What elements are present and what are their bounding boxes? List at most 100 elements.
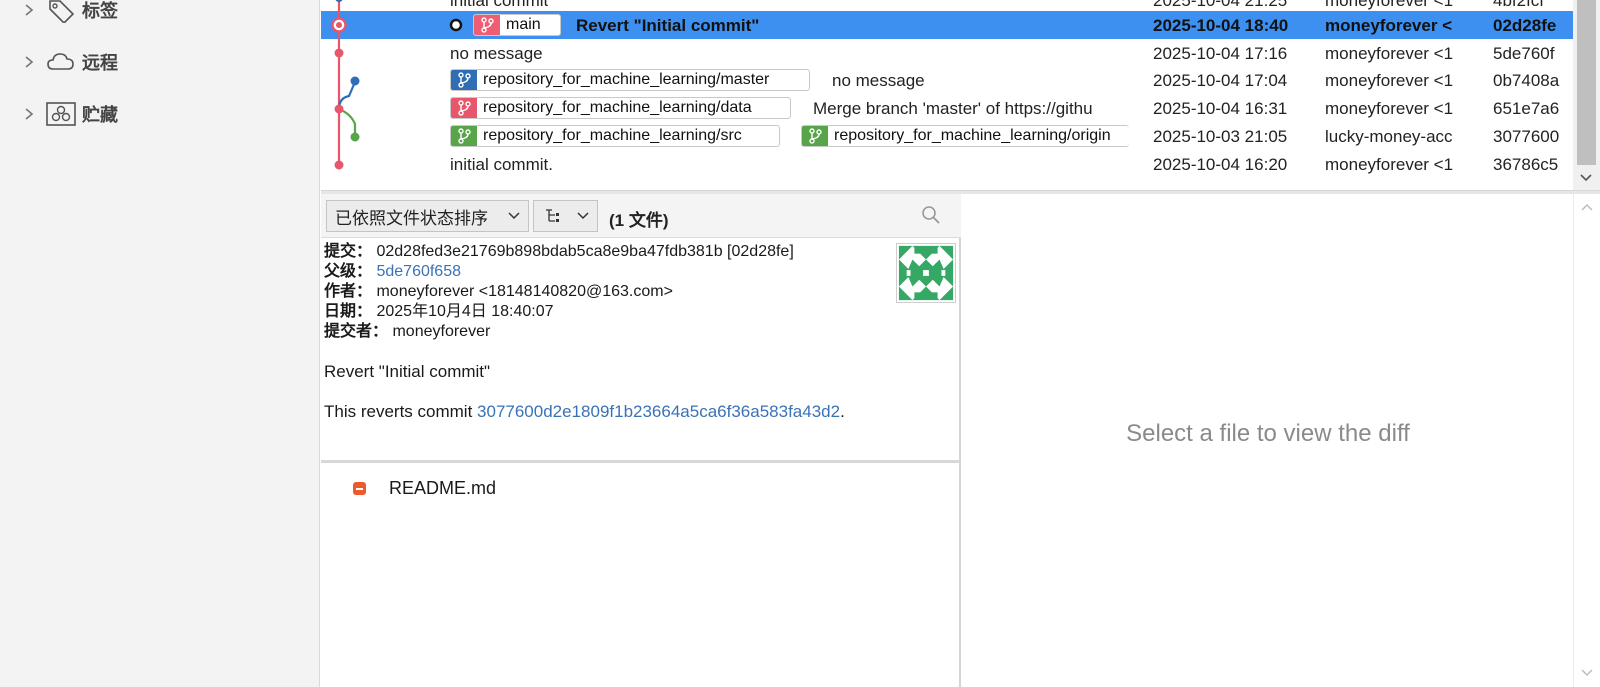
branch-label: repository_for_machine_learning/data [483, 99, 752, 116]
tag-icon [49, 0, 75, 23]
branch-tag-master[interactable]: repository_for_machine_learning/master [450, 69, 810, 91]
branch-label: repository_for_machine_learning/origin [834, 127, 1111, 144]
commit-message: Revert "Initial commit" [576, 16, 760, 35]
commit-hash: 36786c5 [1493, 155, 1559, 174]
commit-hash-value: 02d28fed3e21769b898bdab5ca8e9ba47fdb381b… [376, 243, 794, 260]
commit-author: moneyforever <1 [1325, 71, 1454, 90]
stash-icon [46, 102, 76, 126]
date-value: 2025年10月4日 18:40:07 [376, 303, 554, 320]
branch-label: main [506, 16, 541, 33]
author-value: moneyforever <18148140820@163.com> [376, 283, 673, 300]
sidebar-item-label: 远程 [82, 53, 118, 73]
search-icon[interactable] [921, 205, 941, 225]
commit-author: moneyforever <1 [1325, 155, 1454, 174]
commit-row-selected[interactable]: main Revert "Initial commit" 2025-10-04 … [321, 11, 1573, 39]
commit-date: 2025-10-04 17:16 [1153, 44, 1288, 63]
commit-hash: 0b7408a [1493, 71, 1560, 90]
committer-key: 提交者： [324, 323, 389, 340]
file-row[interactable]: README.md [321, 474, 959, 502]
branch-tag-src[interactable]: repository_for_machine_learning/src [450, 125, 780, 147]
commit-author: moneyforever <1 [1325, 99, 1454, 118]
revert-commit-link[interactable]: 3077600d2e1809f1b23664a5ca6f36a583fa43d2 [477, 402, 840, 421]
cloud-icon [47, 53, 74, 70]
commit-author: lucky-money-acc [1325, 127, 1453, 146]
commit-message: Merge branch 'master' of https://githu [813, 99, 1093, 118]
chevron-right-icon [25, 4, 34, 16]
chevron-right-icon [25, 108, 34, 120]
sidebar-item-stashes[interactable]: 贮藏 [0, 94, 318, 134]
view-mode-dropdown[interactable] [533, 200, 598, 232]
committer-value: moneyforever [392, 323, 491, 340]
branch-label: repository_for_machine_learning/src [483, 127, 742, 144]
commit-date: 2025-10-04 16:20 [1153, 155, 1288, 174]
commit-message-revert-line: This reverts commit 3077600d2e1809f1b236… [324, 402, 954, 422]
commit-hash: 651e7a6 [1493, 99, 1560, 118]
date-key: 日期： [324, 303, 373, 320]
commit-row[interactable]: repository_for_machine_learning/src repo… [321, 122, 1573, 150]
sidebar-item-label: 贮藏 [82, 105, 118, 125]
diff-placeholder: Select a file to view the diff [1126, 420, 1410, 447]
parent-line: 父级： 5de760f658 [324, 262, 954, 282]
file-count: (1 文件) [609, 211, 669, 230]
revert-prefix: This reverts commit [324, 402, 478, 421]
chevron-down-icon [577, 212, 589, 220]
branch-tag-origin[interactable]: repository_for_machine_learning/origin [801, 125, 1129, 147]
commit-date: 2025-10-04 16:31 [1153, 99, 1288, 118]
parent-key: 父级： [324, 263, 373, 280]
sidebar-item-tags[interactable]: 标签 [0, 0, 318, 30]
sidebar: 标签 远程 贮藏 [0, 0, 320, 687]
commit-row[interactable]: repository_for_machine_learning/master n… [321, 66, 1573, 94]
branch-tag-data[interactable]: repository_for_machine_learning/data [450, 97, 791, 119]
revert-suffix: . [840, 402, 845, 421]
commit-row[interactable]: initial commit. 2025-10-04 16:20 moneyfo… [321, 150, 1573, 178]
commit-message-body: Revert "Initial commit" This reverts com… [324, 362, 954, 422]
branch-label: repository_for_machine_learning/master [483, 71, 770, 88]
scroll-down-icon[interactable] [1581, 668, 1593, 678]
sort-dropdown[interactable]: 已依照文件状态排序 [326, 200, 529, 232]
branch-icon [451, 126, 477, 146]
changed-files-list: README.md [321, 464, 959, 684]
scrollbar-thumb[interactable] [1577, 0, 1596, 165]
commit-message: initial commit. [450, 155, 553, 174]
author-key: 作者： [324, 283, 373, 300]
commit-hash: 02d28fe [1493, 16, 1557, 35]
diff-panel: Select a file to view the diff [963, 194, 1573, 687]
commit-hash: 3077600 [1493, 127, 1560, 146]
commit-date: 2025-10-04 18:40 [1153, 16, 1289, 35]
branch-tag-main[interactable]: main [473, 14, 561, 36]
commit-author: moneyforever <1 [1325, 44, 1454, 63]
branch-icon [451, 70, 477, 90]
sidebar-item-label: 标签 [82, 1, 118, 21]
branch-icon [474, 15, 500, 35]
commit-message-title: Revert "Initial commit" [324, 362, 491, 381]
scroll-up-icon[interactable] [1581, 202, 1593, 212]
branch-icon [802, 126, 828, 146]
commit-message: no message [450, 44, 543, 63]
chevron-right-icon [25, 56, 34, 68]
chevron-down-icon [508, 212, 520, 220]
commit-metadata: 提交： 02d28fed3e21769b898bdab5ca8e9ba47fdb… [324, 242, 954, 342]
sidebar-item-remotes[interactable]: 远程 [0, 42, 318, 82]
app-window: 标签 远程 贮藏 initial commit 2025-10-04 21:25… [0, 0, 1600, 687]
date-line: 日期： 2025年10月4日 18:40:07 [324, 302, 954, 322]
sort-dropdown-label: 已依照文件状态排序 [335, 208, 488, 228]
committer-line: 提交者： moneyforever [324, 322, 954, 342]
scroll-down-icon[interactable] [1579, 172, 1593, 184]
panel-divider[interactable] [321, 460, 959, 463]
commit-details-panel: 已依照文件状态排序 (1 文件) 提交： 02d28fed3e21769b898… [321, 194, 961, 687]
commit-author: moneyforever < [1325, 16, 1453, 35]
commit-message: no message [832, 71, 925, 90]
commit-hash-line: 提交： 02d28fed3e21769b898bdab5ca8e9ba47fdb… [324, 242, 954, 262]
parent-link[interactable]: 5de760f658 [376, 263, 461, 280]
commit-date: 2025-10-03 21:05 [1153, 127, 1288, 146]
commit-row[interactable]: repository_for_machine_learning/data Mer… [321, 94, 1573, 122]
author-line: 作者： moneyforever <18148140820@163.com> [324, 282, 954, 302]
avatar [896, 243, 956, 303]
commit-row[interactable]: no message 2025-10-04 17:16 moneyforever… [321, 39, 1573, 67]
commit-hash: 5de760f [1493, 44, 1555, 63]
diff-scrollbar[interactable] [1573, 194, 1600, 687]
file-toolbar: 已依照文件状态排序 (1 文件) [321, 194, 961, 238]
commit-list-scrollbar[interactable] [1573, 0, 1600, 190]
commit-hash-key: 提交： [324, 243, 373, 260]
commit-list: initial commit 2025-10-04 21:25 moneyfor… [321, 0, 1573, 190]
